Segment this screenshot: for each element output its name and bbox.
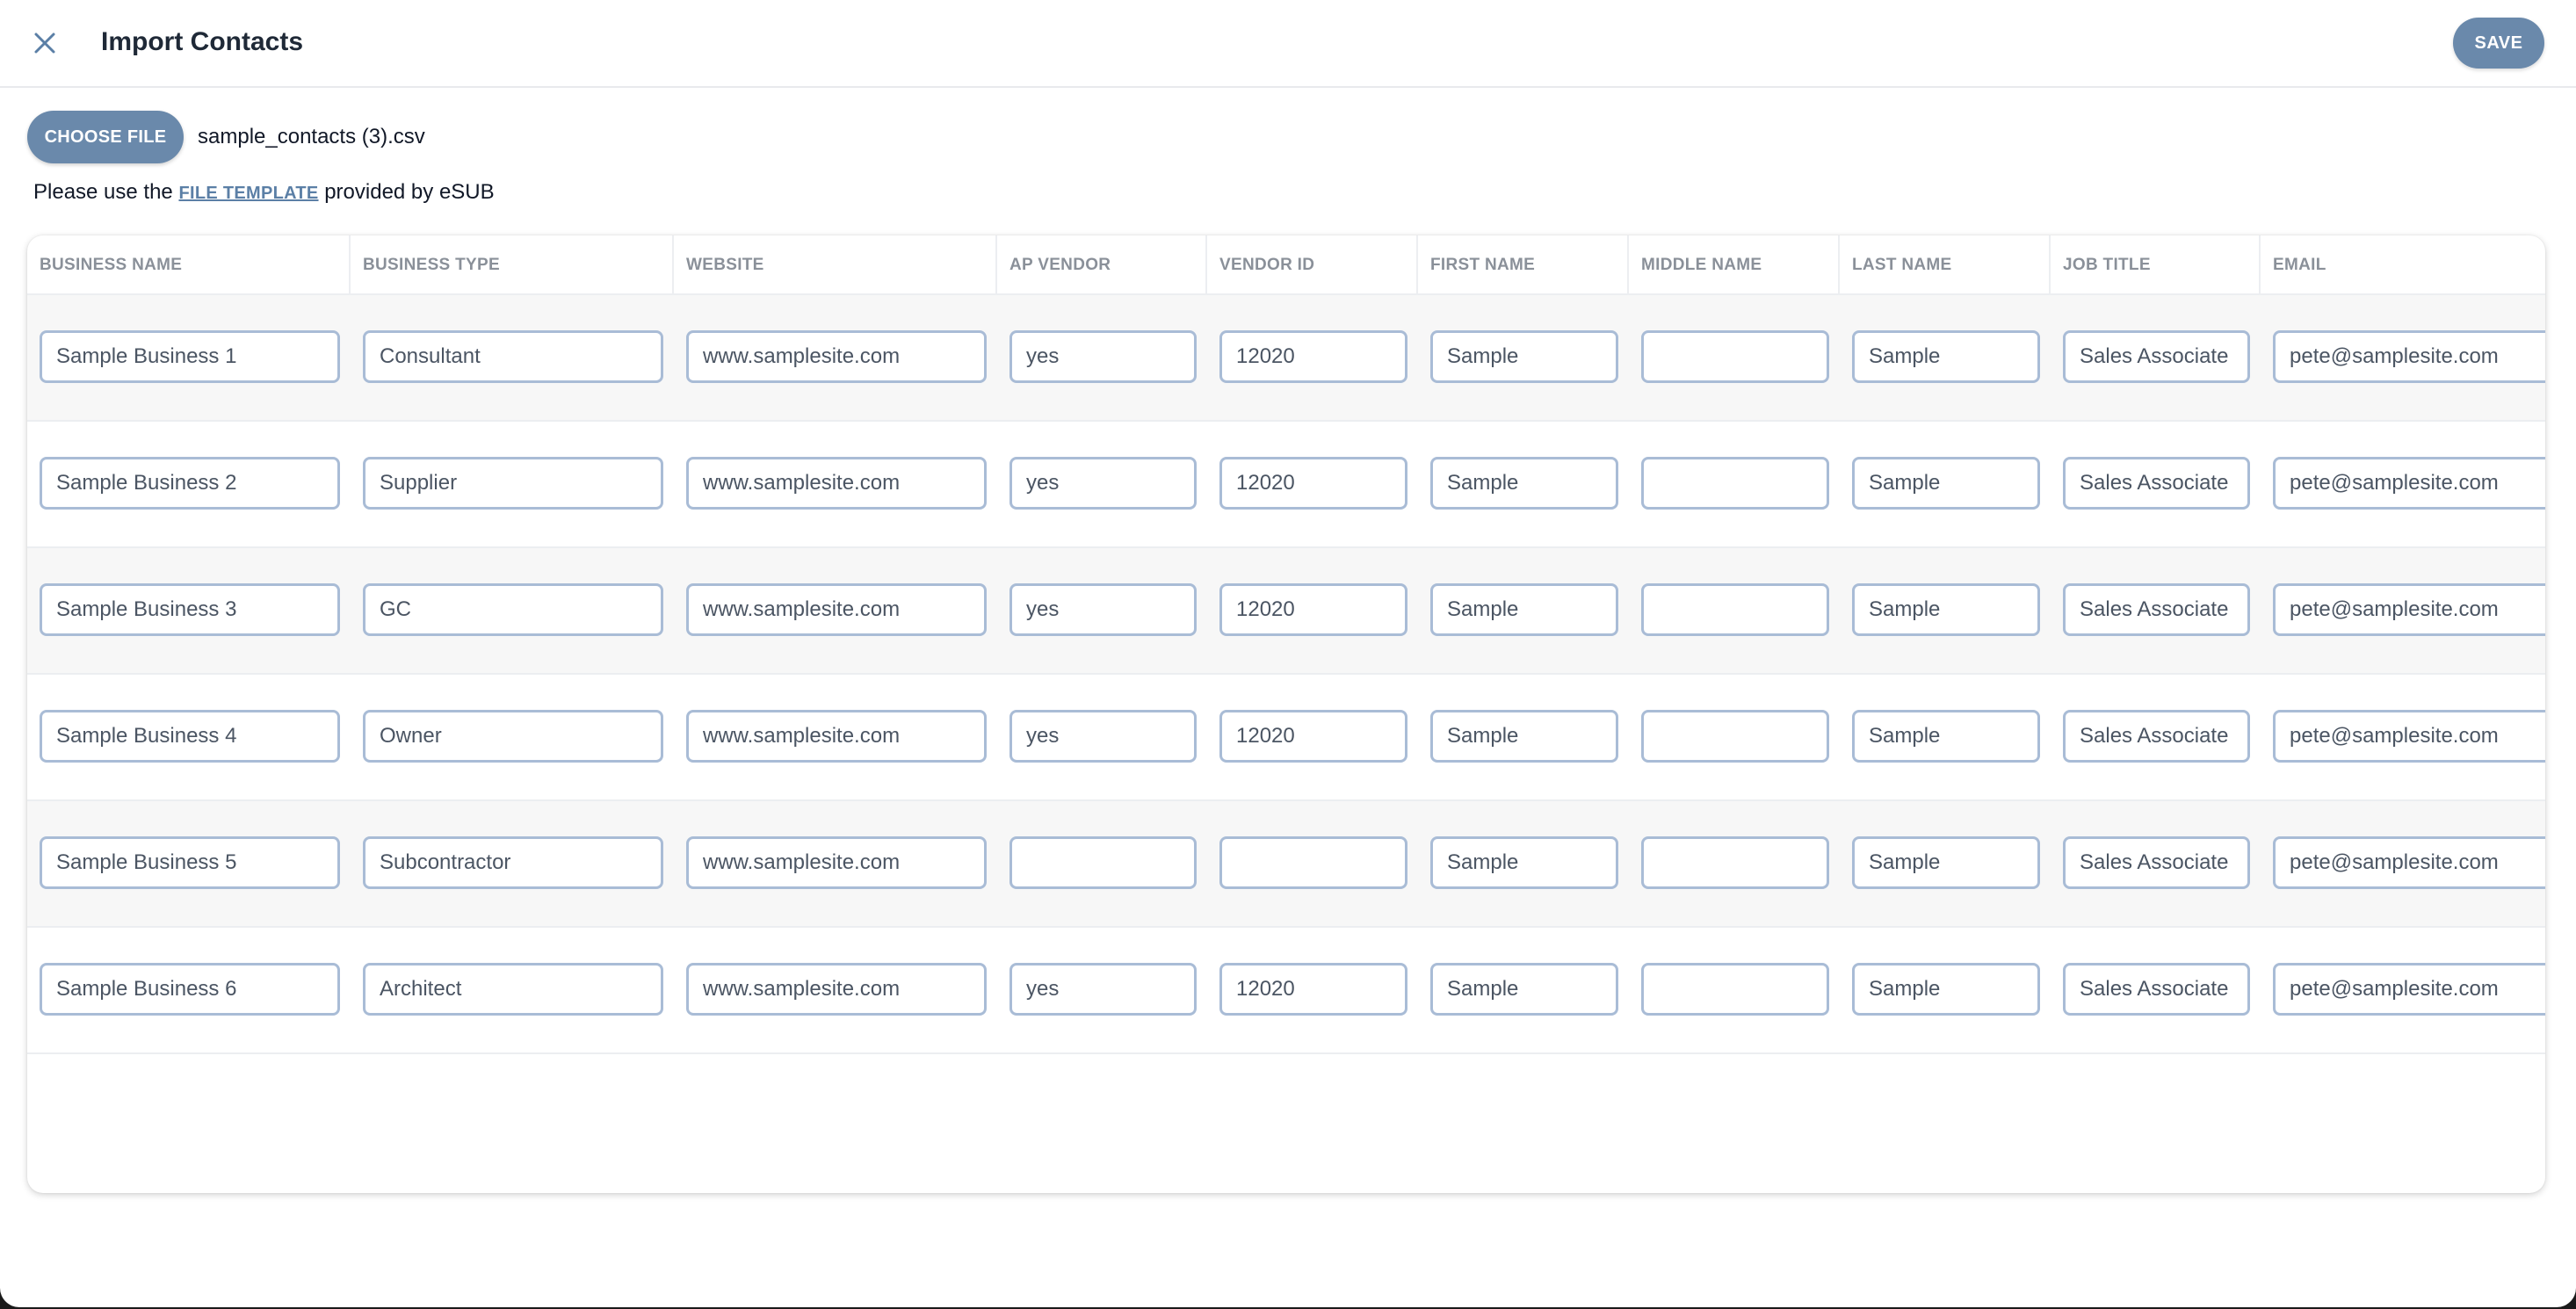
job-title-input[interactable]: Sales Associate — [2063, 963, 2250, 1016]
job-title-input[interactable]: Sales Associate — [2063, 710, 2250, 763]
vendor-id-input[interactable]: 12020 — [1219, 583, 1407, 636]
email-input[interactable]: pete@samplesite.com — [2273, 330, 2545, 383]
email-input[interactable]: pete@samplesite.com — [2273, 836, 2545, 889]
vendor-id-input[interactable]: 12020 — [1219, 457, 1407, 510]
column-header-job-title: JOB TITLE — [2051, 235, 2261, 295]
email-input[interactable]: pete@samplesite.com — [2273, 963, 2545, 1016]
column-header-first-name: FIRST NAME — [1418, 235, 1629, 295]
contacts-table: BUSINESS NAME BUSINESS TYPE WEBSITE AP VEND… — [27, 235, 2545, 1193]
vendor-id-input[interactable]: 12020 — [1219, 710, 1407, 763]
first-name-input[interactable]: Sample — [1430, 583, 1618, 636]
ap-vendor-input[interactable]: yes — [1009, 583, 1197, 636]
job-title-input[interactable]: Sales Associate — [2063, 330, 2250, 383]
job-title-input[interactable]: Sales Associate — [2063, 457, 2250, 510]
table-row: Sample Business 2 Supplier www.samplesite.… — [27, 422, 2545, 548]
table-row: Sample Business 4 Owner www.samplesite.com… — [27, 675, 2545, 801]
column-header-vendor-id: VENDOR ID — [1207, 235, 1418, 295]
business-type-input[interactable]: Owner — [363, 710, 663, 763]
vendor-id-input[interactable] — [1219, 836, 1407, 889]
column-header-business-name: BUSINESS NAME — [27, 235, 351, 295]
vendor-id-input[interactable]: 12020 — [1219, 963, 1407, 1016]
business-type-input[interactable]: Consultant — [363, 330, 663, 383]
close-icon — [34, 33, 55, 54]
middle-name-input[interactable] — [1641, 330, 1829, 383]
email-input[interactable]: pete@samplesite.com — [2273, 583, 2545, 636]
business-type-input[interactable]: Subcontractor — [363, 836, 663, 889]
job-title-input[interactable]: Sales Associate — [2063, 836, 2250, 889]
first-name-input[interactable]: Sample — [1430, 963, 1618, 1016]
last-name-input[interactable]: Sample — [1852, 963, 2040, 1016]
business-type-input[interactable]: Architect — [363, 963, 663, 1016]
file-template-link[interactable]: FILE TEMPLATE — [178, 184, 318, 203]
first-name-input[interactable]: Sample — [1430, 836, 1618, 889]
hint-prefix: Please use the — [33, 180, 173, 204]
business-type-input[interactable]: GC — [363, 583, 663, 636]
column-header-email: EMAIL — [2273, 256, 2326, 274]
template-hint: Please use the FILE TEMPLATE provided by… — [33, 178, 495, 207]
website-input[interactable]: www.samplesite.com — [686, 963, 987, 1016]
choose-file-button[interactable]: CHOOSE FILE — [27, 111, 184, 163]
table-header: BUSINESS NAME BUSINESS TYPE WEBSITE AP VEND… — [27, 235, 2545, 295]
email-input[interactable]: pete@samplesite.com — [2273, 457, 2545, 510]
ap-vendor-input[interactable]: yes — [1009, 330, 1197, 383]
last-name-input[interactable]: Sample — [1852, 583, 2040, 636]
column-header-website: WEBSITE — [674, 235, 997, 295]
website-input[interactable]: www.samplesite.com — [686, 583, 987, 636]
email-input[interactable]: pete@samplesite.com — [2273, 710, 2545, 763]
middle-name-input[interactable] — [1641, 836, 1829, 889]
column-header-middle-name: MIDDLE NAME — [1629, 235, 1840, 295]
close-button[interactable] — [23, 21, 67, 65]
ap-vendor-input[interactable]: yes — [1009, 963, 1197, 1016]
ap-vendor-input[interactable] — [1009, 836, 1197, 889]
column-header-business-type: BUSINESS TYPE — [351, 235, 674, 295]
import-contacts-dialog: Import Contacts SAVE CHOOSE FILE sample_… — [0, 0, 2576, 1307]
website-input[interactable]: www.samplesite.com — [686, 710, 987, 763]
ap-vendor-input[interactable]: yes — [1009, 710, 1197, 763]
business-name-input[interactable]: Sample Business 4 — [40, 710, 340, 763]
middle-name-input[interactable] — [1641, 583, 1829, 636]
ap-vendor-input[interactable]: yes — [1009, 457, 1197, 510]
last-name-input[interactable]: Sample — [1852, 330, 2040, 383]
middle-name-input[interactable] — [1641, 710, 1829, 763]
business-name-input[interactable]: Sample Business 6 — [40, 963, 340, 1016]
table-row: Sample Business 1 Consultant www.samplesit… — [27, 295, 2545, 422]
first-name-input[interactable]: Sample — [1430, 710, 1618, 763]
first-name-input[interactable]: Sample — [1430, 330, 1618, 383]
website-input[interactable]: www.samplesite.com — [686, 457, 987, 510]
hint-suffix: provided by eSUB — [324, 180, 495, 204]
table-row: Sample Business 5 Subcontractor www.sample… — [27, 801, 2545, 928]
save-button[interactable]: SAVE — [2453, 18, 2544, 69]
website-input[interactable]: www.samplesite.com — [686, 330, 987, 383]
last-name-input[interactable]: Sample — [1852, 710, 2040, 763]
business-name-input[interactable]: Sample Business 1 — [40, 330, 340, 383]
page-title: Import Contacts — [101, 27, 304, 56]
website-input[interactable]: www.samplesite.com — [686, 836, 987, 889]
middle-name-input[interactable] — [1641, 457, 1829, 510]
last-name-input[interactable]: Sample — [1852, 836, 2040, 889]
job-title-input[interactable]: Sales Associate — [2063, 583, 2250, 636]
first-name-input[interactable]: Sample — [1430, 457, 1618, 510]
business-name-input[interactable]: Sample Business 5 — [40, 836, 340, 889]
dialog-header: Import Contacts SAVE — [0, 0, 2576, 88]
business-type-input[interactable]: Supplier — [363, 457, 663, 510]
vendor-id-input[interactable]: 12020 — [1219, 330, 1407, 383]
table-row: Sample Business 3 GC www.samplesite.com yes… — [27, 548, 2545, 675]
last-name-input[interactable]: Sample — [1852, 457, 2040, 510]
business-name-input[interactable]: Sample Business 3 — [40, 583, 340, 636]
business-name-input[interactable]: Sample Business 2 — [40, 457, 340, 510]
selected-filename: sample_contacts (3).csv — [198, 125, 425, 148]
column-header-last-name: LAST NAME — [1840, 235, 2051, 295]
table-row: Sample Business 6 Architect www.samplesite… — [27, 928, 2545, 1054]
column-header-ap-vendor: AP VENDOR — [997, 235, 1207, 295]
middle-name-input[interactable] — [1641, 963, 1829, 1016]
